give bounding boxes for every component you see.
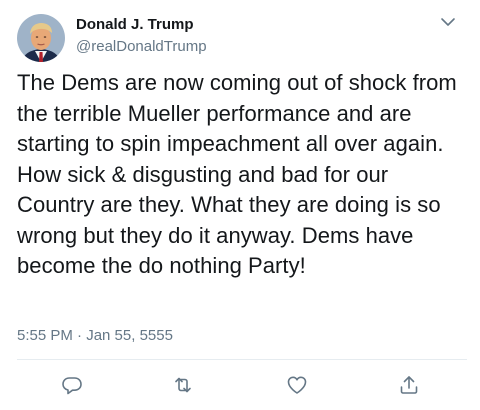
chevron-down-icon (441, 18, 455, 26)
retweet-icon (175, 377, 191, 393)
share-icon (400, 376, 418, 394)
share-button[interactable] (397, 373, 421, 397)
like-button[interactable] (285, 373, 309, 397)
retweet-button[interactable] (171, 373, 195, 397)
tweet-card: Donald J. Trump @realDonaldTrump The Dem… (0, 0, 480, 410)
reply-button[interactable] (60, 373, 84, 397)
divider (17, 359, 467, 360)
author-handle[interactable]: @realDonaldTrump (76, 38, 207, 55)
avatar[interactable] (17, 14, 65, 62)
tweet-menu-button[interactable] (438, 14, 458, 30)
author-display-name[interactable]: Donald J. Trump (76, 16, 194, 33)
reply-icon (62, 377, 82, 395)
heart-icon (287, 376, 307, 394)
profile-photo-avatar (17, 14, 65, 62)
tweet-timestamp[interactable]: 5:55 PM · Jan 55, 5555 (17, 327, 173, 344)
tweet-text: The Dems are now coming out of shock fro… (17, 70, 457, 278)
